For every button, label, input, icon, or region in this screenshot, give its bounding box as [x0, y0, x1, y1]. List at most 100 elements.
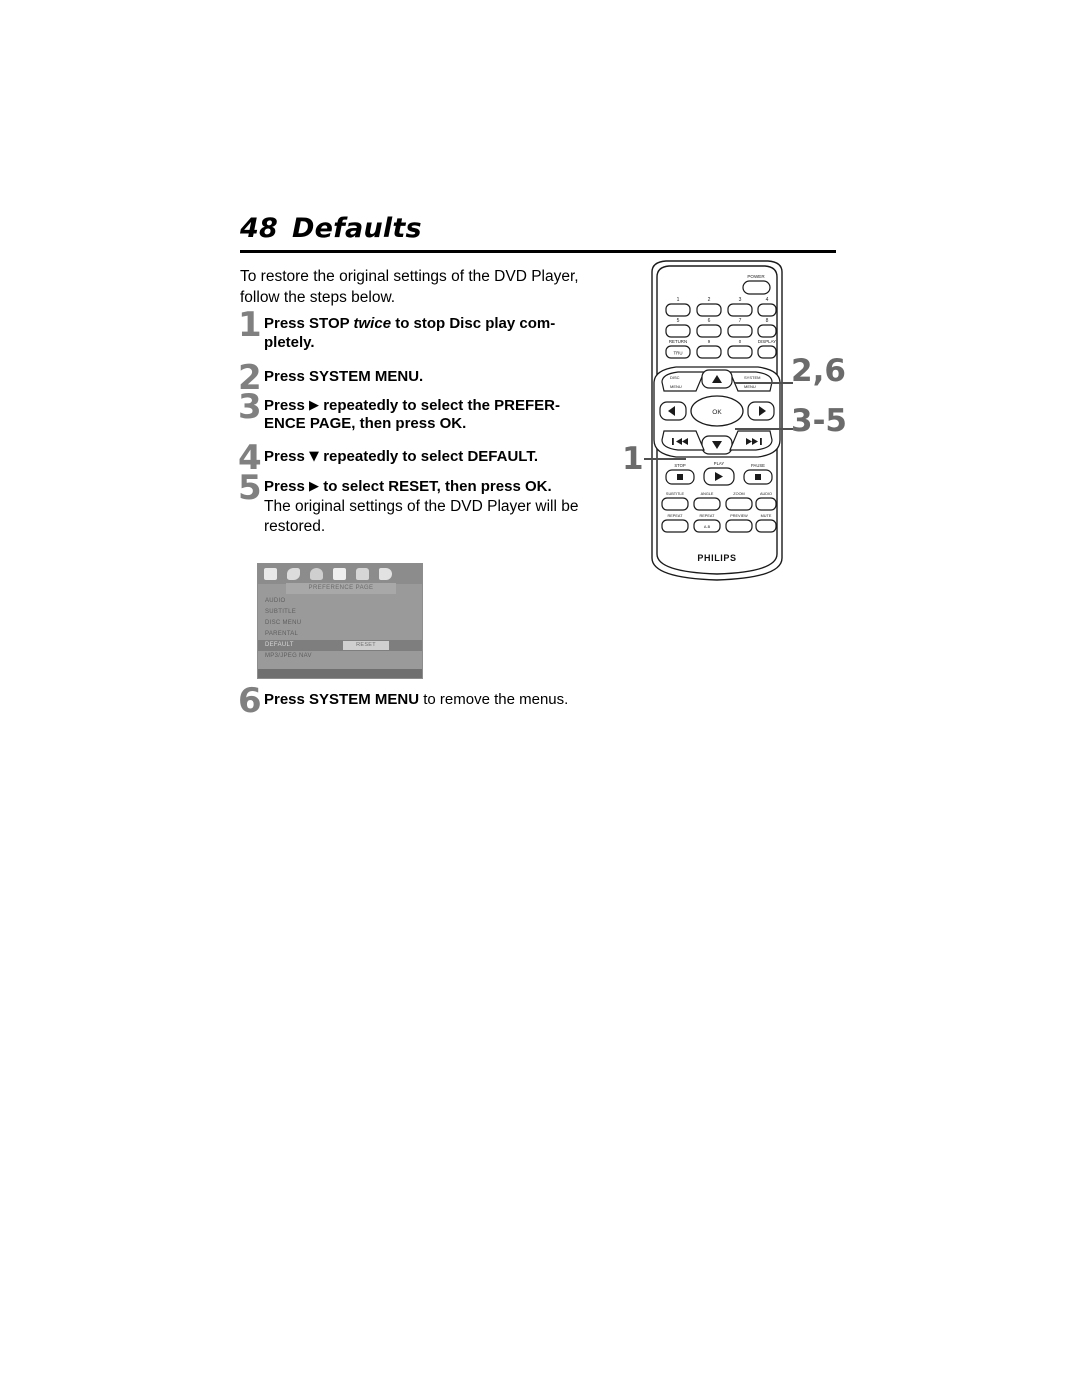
osd-row-mp3-jpeg-nav: MP3/JPEG NAV [265, 653, 312, 659]
step-number-3: 3 [238, 386, 262, 427]
svg-text:3: 3 [739, 297, 742, 303]
preference-icon [333, 568, 346, 580]
step5-press: Press [264, 478, 310, 495]
callout-leader-35 [735, 428, 793, 430]
svg-text:0: 0 [739, 339, 742, 344]
video-icon [310, 568, 323, 580]
step1-stop-key: STOP [309, 315, 354, 332]
step-number-6: 6 [238, 681, 262, 721]
svg-text:PLAY: PLAY [714, 461, 725, 466]
step2-systemmenu-key: SYSTEM MENU. [309, 368, 424, 385]
svg-text:PAUSE: PAUSE [751, 463, 765, 468]
step6-press: Press [264, 691, 310, 708]
svg-text:RETURN: RETURN [669, 339, 687, 344]
svg-text:6: 6 [708, 318, 711, 324]
step5-mid: to select [319, 478, 389, 495]
svg-text:A-B: A-B [704, 525, 711, 529]
step3-then: , then press [351, 415, 440, 432]
step-text-2: Press SYSTEM MENU. [264, 368, 630, 387]
step4-mid: repeatedly to select [319, 447, 468, 465]
svg-text:4: 4 [766, 297, 769, 303]
svg-text:REPEAT: REPEAT [700, 514, 716, 518]
step3-pref2: ENCE PAGE [264, 415, 352, 432]
osd-row-subtitle: SUBTITLE [265, 609, 297, 615]
osd-row-audio: AUDIO [265, 598, 286, 604]
svg-text:5: 5 [677, 318, 680, 324]
step1-tail: to stop Disc play com- [391, 315, 556, 332]
svg-text:SYSTEM: SYSTEM [744, 375, 760, 380]
previous-button [661, 430, 705, 451]
step-item-3: 3 Press ▶ repeatedly to select the PREFE… [238, 390, 630, 434]
svg-text:DISPLAY: DISPLAY [758, 339, 776, 344]
step3-period: . [462, 415, 467, 432]
svg-text:MUTE: MUTE [761, 514, 772, 518]
step-text-1: Press STOP twice to stop Disc play com-p… [264, 315, 630, 352]
callout-label-3-5: 3-5 [791, 403, 848, 439]
osd-page-title: PREFERENCE PAGE [286, 583, 396, 594]
osd-footer-bar [258, 669, 422, 678]
step-item-2: 2 Press SYSTEM MENU. [238, 361, 630, 395]
svg-text:REPEAT: REPEAT [668, 514, 684, 518]
svg-text:ZOOM: ZOOM [733, 492, 744, 496]
svg-text:8: 8 [766, 318, 769, 324]
callout-leader-1 [644, 458, 686, 460]
svg-text:2: 2 [708, 297, 711, 303]
svg-text:1: 1 [677, 297, 680, 303]
svg-text:DISC: DISC [670, 375, 680, 380]
screen-icon [264, 568, 277, 580]
page-title-number: 48 [240, 213, 278, 244]
remote-control-illustration: POWER 1 2 3 4 5 6 7 8 RETURN TRU 9 0 DISPLAY… [622, 258, 870, 598]
heading-divider [240, 250, 836, 253]
step-text-3: Press ▶ repeatedly to select the PREFER-… [264, 397, 630, 434]
step-number-5: 5 [238, 468, 262, 508]
svg-text:MENU: MENU [744, 384, 756, 389]
osd-icon-bar [258, 564, 422, 584]
philips-logo: PHILIPS [697, 553, 736, 563]
svg-text:POWER: POWER [747, 274, 765, 279]
step-text-5: Press ▶ to select RESET, then press OK. … [264, 478, 630, 537]
down-arrow-icon: ▼ [309, 448, 320, 464]
step5-ok-key: OK [524, 478, 548, 495]
step-text-4: Press ▼ repeatedly to select DEFAULT. [264, 448, 630, 467]
right-arrow-icon-2: ▶ [309, 479, 320, 494]
svg-text:9: 9 [708, 339, 711, 344]
osd-row-default: DEFAULT RESET [258, 640, 422, 651]
step5-then: , then press [436, 478, 525, 495]
step-item-5: 5 Press ▶ to select RESET, then press OK… [238, 471, 630, 537]
next-button [729, 430, 773, 451]
svg-text:TRU: TRU [673, 351, 682, 356]
osd-menu-list: AUDIO SUBTITLE DISC MENU PARENTAL DEFAUL… [258, 596, 422, 662]
osd-row-disc-menu: DISC MENU [265, 620, 302, 626]
step2-press: Press [264, 368, 310, 385]
step3-press: Press [264, 396, 310, 414]
osd-row-parental: PARENTAL [265, 631, 299, 637]
svg-text:STOP: STOP [674, 463, 686, 468]
osd-row-default-label: DEFAULT [265, 642, 294, 648]
step4-period: . [533, 447, 539, 465]
audio-icon [287, 568, 300, 580]
lock-icon [356, 568, 369, 580]
svg-text:7: 7 [739, 318, 742, 324]
svg-text:OK: OK [712, 409, 722, 416]
step5-period: . [547, 478, 552, 495]
step3-pref: PREFER- [494, 396, 560, 414]
step1-press: Press [264, 315, 310, 332]
step3-mid: repeatedly to select the [319, 396, 495, 414]
osd-screenshot: PREFERENCE PAGE AUDIO SUBTITLE DISC MENU… [257, 563, 423, 679]
steps-list: 1 Press STOP twice to stop Disc play com… [238, 308, 630, 537]
page-title: 48 Defaults [240, 213, 836, 244]
step4-default-key: DEFAULT [467, 447, 534, 465]
disc-menu-button [661, 371, 705, 392]
callout-label-1: 1 [622, 441, 644, 477]
right-arrow-icon: ▶ [309, 397, 320, 413]
step-number-1: 1 [238, 305, 262, 345]
step4-press: Press [264, 447, 310, 465]
exit-icon [379, 568, 392, 580]
step5-reset-key: RESET [388, 478, 437, 495]
svg-text:ANGLE: ANGLE [701, 492, 714, 496]
step3-ok-key: OK [439, 415, 463, 432]
step6-tail: to remove the menus. [419, 691, 569, 708]
power-button [742, 280, 771, 295]
step6-systemmenu-key: SYSTEM MENU [309, 691, 420, 708]
svg-text:SUBTITLE: SUBTITLE [666, 492, 685, 496]
